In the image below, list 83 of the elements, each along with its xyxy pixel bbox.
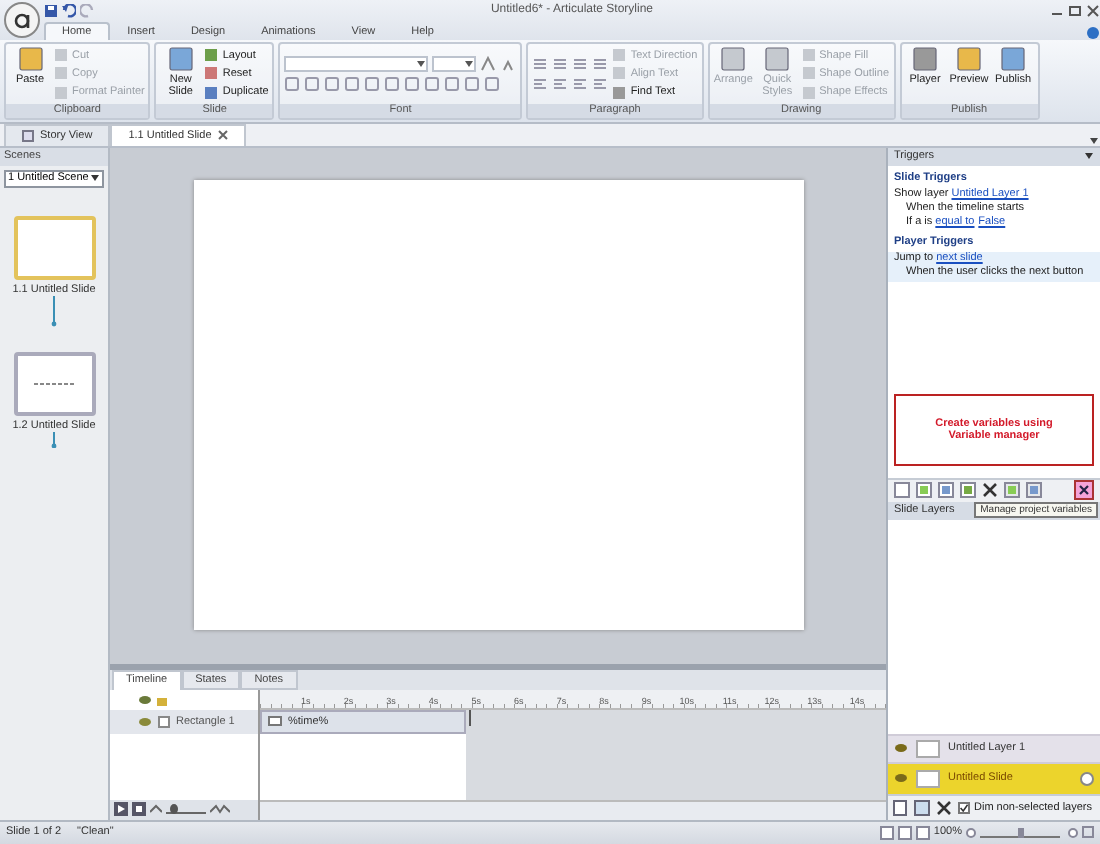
superscript-icon[interactable]	[404, 75, 421, 92]
check-icon	[960, 803, 968, 812]
delete-icon[interactable]	[982, 482, 998, 499]
move-down-icon[interactable]	[1026, 482, 1042, 499]
align-right-icon[interactable]	[572, 75, 589, 92]
app-logo-icon[interactable]	[4, 2, 40, 38]
zoom-in-icon[interactable]	[210, 804, 230, 815]
collapse-icon[interactable]	[1084, 152, 1094, 161]
align-left-icon[interactable]	[532, 75, 549, 92]
new-layer-icon[interactable]	[892, 799, 908, 816]
close-icon[interactable]	[1086, 3, 1100, 17]
button-icon	[1000, 46, 1026, 72]
bullets-icon[interactable]	[532, 55, 549, 72]
zoom-out-icon[interactable]	[966, 827, 976, 838]
slide-thumbnail[interactable]	[13, 215, 95, 280]
checkbox[interactable]	[958, 801, 970, 814]
maximize-icon[interactable]	[1068, 3, 1082, 17]
bold-icon[interactable]	[284, 75, 301, 92]
underline-icon[interactable]	[324, 75, 341, 92]
shadow-icon[interactable]	[364, 75, 381, 92]
numbering-icon[interactable]	[552, 55, 569, 72]
rectangle-icon	[268, 716, 282, 727]
font-color-icon[interactable]	[464, 75, 481, 92]
justify-icon[interactable]	[592, 75, 609, 92]
lock-toggle[interactable]	[158, 715, 170, 728]
fit-icon[interactable]	[1082, 826, 1094, 839]
play-icon[interactable]	[114, 802, 128, 817]
properties-icon[interactable]	[1080, 771, 1094, 786]
button-icon	[956, 46, 982, 72]
edit-icon[interactable]	[916, 482, 932, 499]
copy-icon[interactable]	[938, 482, 954, 499]
strikethrough-icon[interactable]	[344, 75, 361, 92]
duplicate-layer-icon[interactable]	[914, 799, 930, 816]
undo-icon[interactable]	[62, 3, 76, 17]
text-line-icon	[34, 381, 74, 386]
button-icon	[912, 46, 938, 72]
connector-arrow-icon	[50, 431, 58, 448]
zoom-in-icon[interactable]	[1068, 827, 1078, 838]
close-icon[interactable]	[217, 130, 228, 141]
variables-button[interactable]	[1074, 480, 1094, 501]
eye-icon[interactable]	[894, 772, 908, 785]
save-icon[interactable]	[44, 3, 58, 17]
slide-thumbnail[interactable]	[13, 351, 95, 416]
zoom-slider[interactable]	[166, 804, 206, 815]
align-center-icon[interactable]	[552, 75, 569, 92]
help-icon[interactable]	[1086, 26, 1100, 40]
caret-icon	[416, 59, 427, 68]
eye-icon[interactable]	[894, 742, 908, 755]
clear-format-icon[interactable]	[484, 75, 501, 92]
story-view-icon	[22, 129, 34, 142]
delete-icon[interactable]	[936, 799, 952, 816]
caret-icon	[90, 174, 100, 183]
change-case-icon[interactable]	[424, 75, 441, 92]
shrink-font-icon[interactable]	[500, 55, 517, 72]
zoom-out-icon[interactable]	[150, 804, 162, 815]
slider-thumb[interactable]	[1017, 827, 1023, 838]
grow-font-icon[interactable]	[480, 55, 497, 72]
button-icon	[764, 46, 791, 72]
font-name-field[interactable]	[284, 55, 429, 72]
letter-drawing	[12, 10, 32, 30]
font-size-field[interactable]	[432, 55, 477, 72]
caret-icon	[464, 59, 475, 68]
stop-icon[interactable]	[132, 802, 146, 817]
normal-view-icon[interactable]	[879, 825, 894, 840]
button-icon	[167, 46, 194, 72]
layer-thumbnail-icon	[916, 739, 940, 758]
italic-icon[interactable]	[304, 75, 321, 92]
decrease-indent-icon[interactable]	[572, 55, 589, 72]
slider-thumb[interactable]	[170, 804, 178, 815]
subscript-icon[interactable]	[384, 75, 401, 92]
increase-indent-icon[interactable]	[592, 55, 609, 72]
playhead-icon	[466, 709, 474, 726]
button-icon	[17, 46, 43, 72]
dropdown-icon[interactable]	[1088, 133, 1100, 146]
layer-thumbnail-icon	[916, 769, 940, 788]
variable-x-icon	[1078, 484, 1090, 497]
lock-icon[interactable]	[156, 693, 168, 706]
button-icon	[720, 46, 747, 72]
horizontal-scrollbar[interactable]	[260, 799, 886, 820]
new-trigger-icon[interactable]	[894, 482, 910, 499]
zoom-slider[interactable]	[980, 827, 1060, 838]
slide-view-icon[interactable]	[897, 825, 912, 840]
connector-arrow-icon	[50, 295, 58, 328]
